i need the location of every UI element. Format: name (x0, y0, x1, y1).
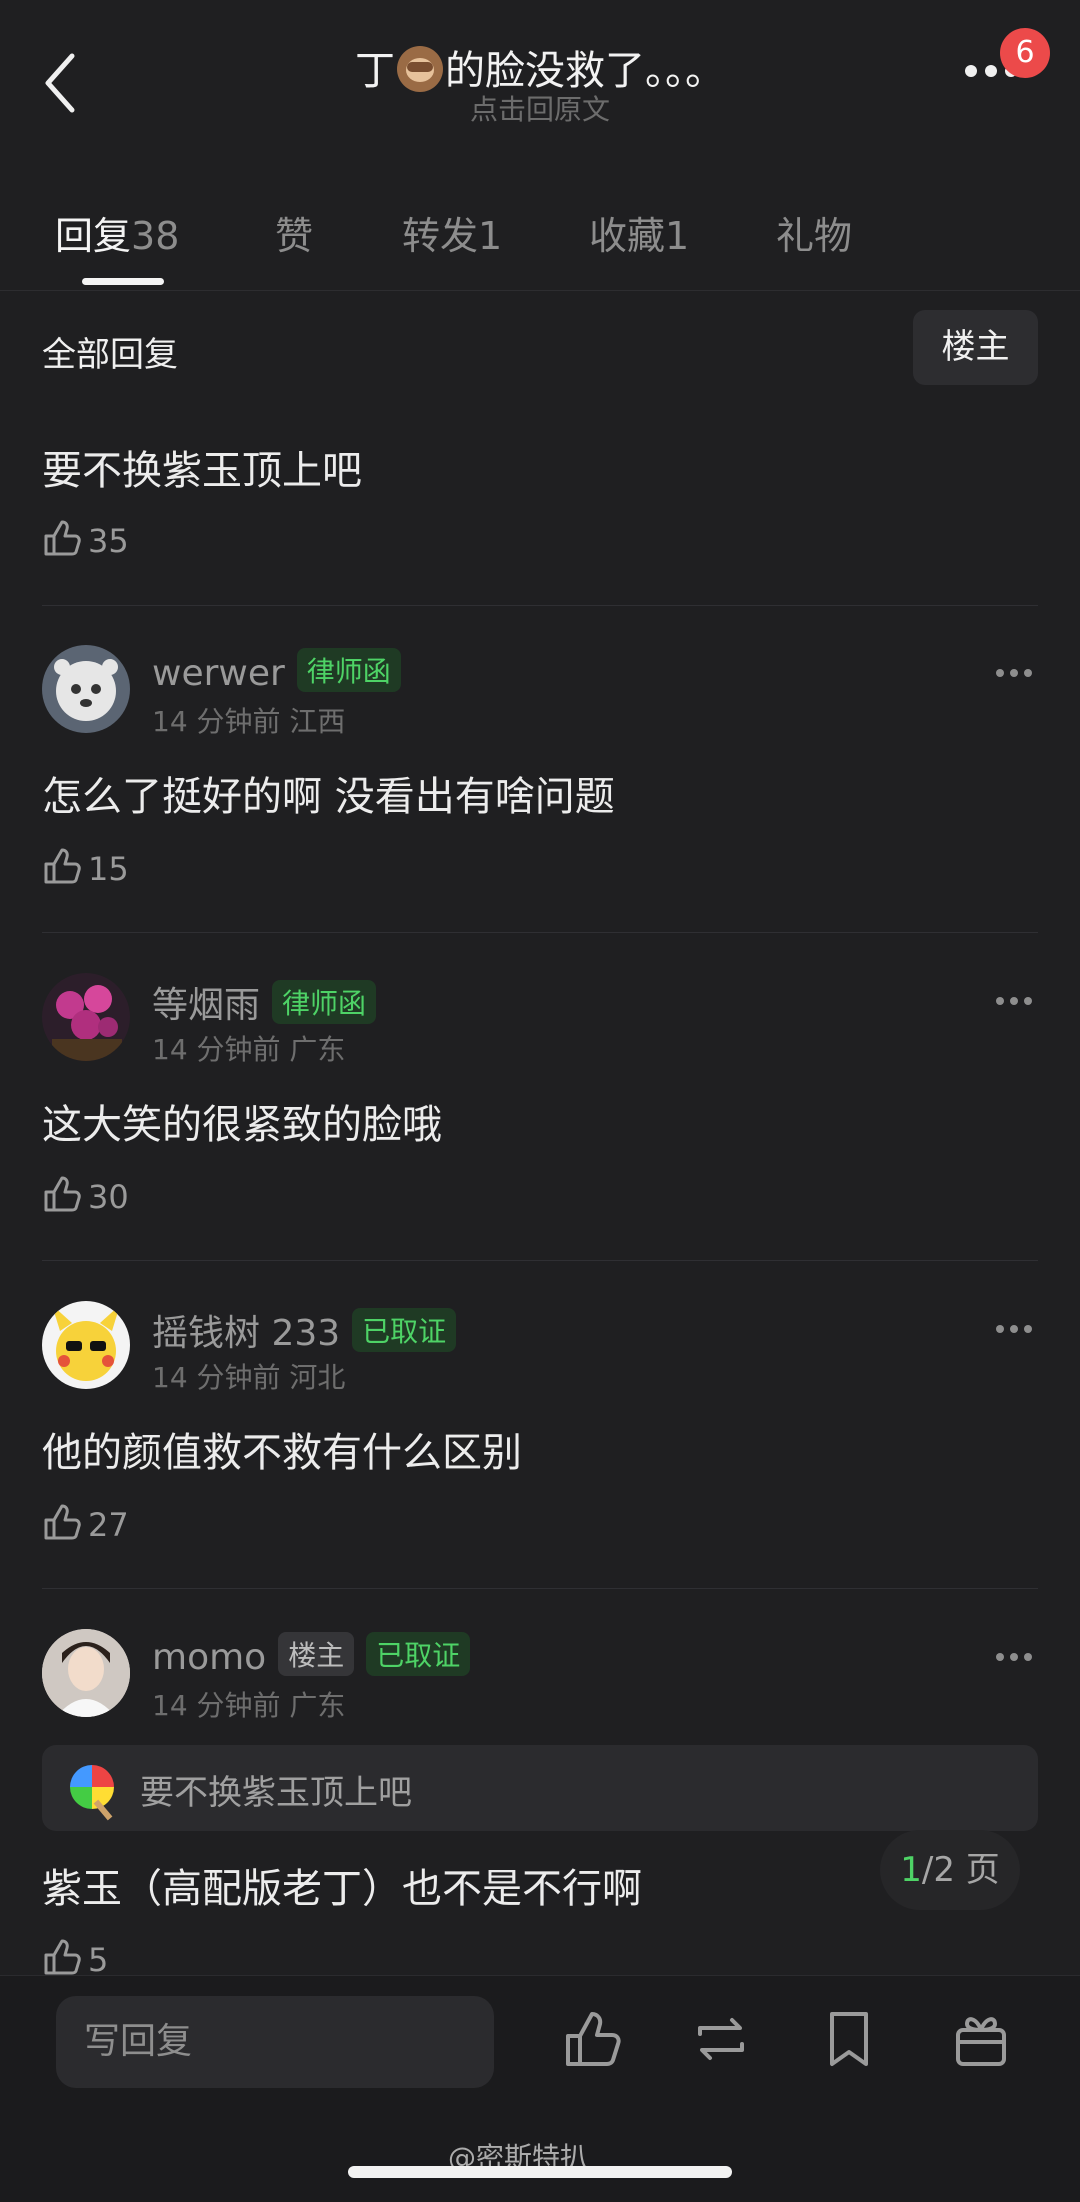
active-tab-indicator (82, 278, 164, 285)
comment-more-icon[interactable] (996, 1646, 1040, 1661)
see-no-evil-monkey-icon (397, 46, 443, 92)
thumbs-up-icon (44, 848, 81, 884)
avatar[interactable] (42, 1301, 130, 1389)
comment-meta: 14 分钟前 广东 (152, 1689, 346, 1722)
username[interactable]: werwer 律师函 (152, 648, 401, 694)
bookmark-icon[interactable] (818, 2008, 880, 2070)
thumbs-up-icon (44, 1176, 81, 1212)
all-replies-heading: 全部回复 (42, 335, 178, 375)
comment-text: 他的颜值救不救有什么区别 (42, 1430, 522, 1476)
comment-more-icon[interactable] (996, 662, 1040, 677)
gift-icon[interactable] (950, 2008, 1012, 2070)
bottom-action-bar: 写回复 @密斯特扒 (0, 1975, 1080, 2202)
owner-only-button[interactable]: 楼主 (913, 310, 1038, 385)
avatar[interactable] (42, 645, 130, 733)
avatar[interactable] (42, 973, 130, 1061)
lollipop-icon (70, 1765, 114, 1809)
comment-meta: 14 分钟前 河北 (152, 1361, 346, 1394)
thumbs-up-icon (44, 1504, 81, 1540)
thumbs-up-icon (44, 520, 81, 556)
username[interactable]: 等烟雨 律师函 (152, 976, 377, 1028)
comment-meta: 14 分钟前 江西 (152, 705, 346, 738)
comment-text: 紫玉（高配版老丁）也不是不行啊 (42, 1866, 642, 1912)
like-button[interactable]: 30 (42, 1174, 129, 1216)
quoted-text: 要不换紫玉顶上吧 (140, 1773, 412, 1813)
divider (42, 932, 1038, 933)
comment-text: 这大笑的很紧致的脸哦 (42, 1102, 442, 1148)
tag-badge: 律师函 (272, 980, 377, 1024)
back-to-original-link[interactable]: 点击回原文 (0, 88, 1080, 128)
tag-badge: 已取证 (352, 1308, 457, 1352)
comment-text: 要不换紫玉顶上吧 (42, 448, 362, 494)
comment-more-icon[interactable] (996, 1318, 1040, 1333)
tab-reposts[interactable]: 转发1 (402, 205, 502, 260)
thumbs-up-icon (44, 1939, 81, 1975)
like-button[interactable]: 15 (42, 846, 129, 888)
notification-badge[interactable]: 6 (1000, 28, 1050, 78)
avatar[interactable] (42, 1629, 130, 1717)
tab-favorites[interactable]: 收藏1 (589, 205, 689, 260)
owner-badge: 楼主 (278, 1632, 355, 1676)
like-button[interactable]: 27 (42, 1502, 129, 1544)
tag-badge: 律师函 (296, 648, 401, 692)
tag-badge: 已取证 (366, 1632, 471, 1676)
tab-likes[interactable]: 赞 (275, 205, 313, 260)
thumbs-up-icon[interactable] (562, 2008, 624, 2070)
like-button[interactable]: 35 (42, 518, 129, 560)
quoted-reply[interactable]: 要不换紫玉顶上吧 (42, 1745, 1038, 1831)
tab-bar: 回复38 赞 转发1 收藏1 礼物 (0, 195, 1080, 291)
comment-more-icon[interactable] (996, 990, 1040, 1005)
repost-icon[interactable] (690, 2008, 752, 2070)
like-button[interactable]: 5 (42, 1937, 108, 1979)
top-bar: 丁的脸没救了。。。 点击回原文 6 (0, 0, 1080, 170)
divider (42, 605, 1038, 606)
username[interactable]: 摇钱树 233 已取证 (152, 1304, 457, 1356)
tab-gifts[interactable]: 礼物 (776, 205, 852, 260)
divider (42, 1588, 1038, 1589)
page-indicator[interactable]: 1/2 页 (880, 1830, 1020, 1910)
tab-replies[interactable]: 回复38 (55, 205, 179, 260)
home-indicator[interactable] (348, 2166, 732, 2178)
divider (42, 1260, 1038, 1261)
reply-input[interactable]: 写回复 (56, 1996, 494, 2088)
username[interactable]: momo 楼主 已取证 (152, 1632, 471, 1678)
comment-meta: 14 分钟前 广东 (152, 1033, 346, 1066)
comment-text: 怎么了挺好的啊 没看出有啥问题 (42, 774, 615, 820)
